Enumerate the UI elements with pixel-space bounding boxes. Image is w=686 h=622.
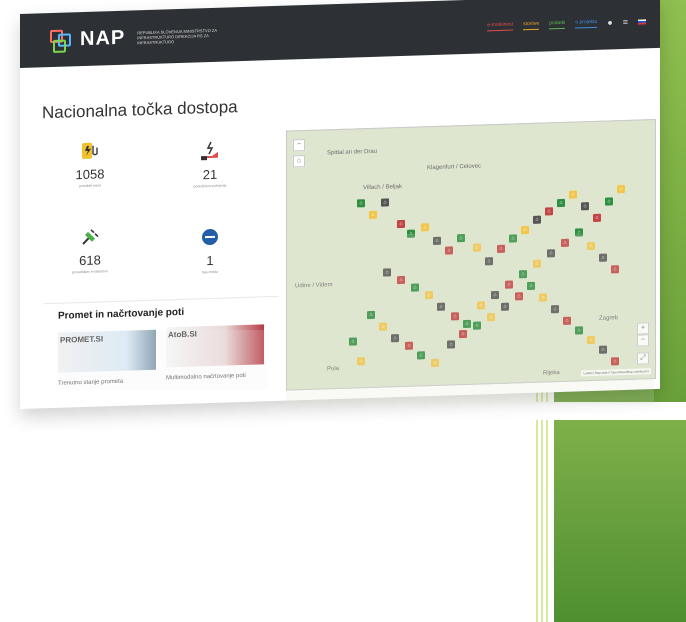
- map-zoom-control[interactable]: −: [293, 139, 305, 152]
- nav-data[interactable]: podatki: [549, 19, 566, 29]
- charger-icon: [50, 137, 130, 166]
- charging-marker[interactable]: ⌂: [569, 190, 577, 199]
- map-layer-control[interactable]: ⌂: [293, 155, 305, 168]
- charging-marker[interactable]: ⌂: [381, 198, 389, 207]
- stat-value: 21: [202, 166, 218, 183]
- map-label-klagenfurt: Klagenfurt / Celovec: [427, 163, 482, 172]
- nav-about[interactable]: o projektu: [575, 18, 598, 29]
- nav-services[interactable]: storitve: [523, 20, 540, 30]
- map-label-spittal: Spittal an der Drau: [327, 148, 378, 157]
- nap-logo[interactable]: NAP REPUBLIKA SLOVENIJA MINISTRSTVO ZA I…: [50, 23, 219, 53]
- top-navigation-bar: NAP REPUBLIKA SLOVENIJA MINISTRSTVO ZA I…: [20, 0, 660, 68]
- page-title: Nacionalna točka dostopa: [42, 97, 238, 123]
- stat-label: polnilnih mest: [79, 183, 101, 189]
- charging-marker[interactable]: ⌂: [581, 202, 589, 211]
- charging-marker[interactable]: ⌂: [545, 207, 553, 216]
- menu-icon[interactable]: ≡: [623, 17, 628, 27]
- charging-marker[interactable]: ⌂: [557, 198, 565, 208]
- main-navigation: e-mobilnost storitve podatki o projektu …: [487, 16, 646, 31]
- brand-title: NAP: [80, 26, 126, 50]
- stat-label: ponudnikov polnjenja: [193, 183, 227, 189]
- map-label-villach: Villach / Beljak: [363, 183, 402, 192]
- stat-charging-providers: 21 ponudnikov polnjenja: [170, 137, 250, 190]
- charging-marker[interactable]: ⌂: [617, 184, 625, 194]
- hand-charge-icon: [170, 137, 250, 166]
- charging-markers-layer: ⌂⌂⌂⌂⌂⌂⌂⌂⌂⌂⌂⌂⌂⌂⌂⌂⌂⌂⌂⌂⌂⌂⌂⌂⌂⌂⌂⌂⌂⌂⌂⌂⌂⌂⌂⌂⌂⌂⌂⌂…: [287, 120, 655, 368]
- nav-e-mobility[interactable]: e-mobilnost: [487, 21, 514, 31]
- charging-marker[interactable]: ⌂: [357, 199, 365, 208]
- flag-icon[interactable]: [638, 18, 646, 25]
- nap-logo-icon: [50, 29, 72, 53]
- stat-charging-points: 1058 polnilnih mest: [50, 137, 130, 190]
- user-icon[interactable]: ●: [607, 17, 612, 27]
- screen-reflection: [20, 218, 660, 420]
- stat-value: 1058: [75, 166, 105, 183]
- green-ribbon-bottom: [536, 420, 686, 622]
- charging-marker[interactable]: ⌂: [605, 197, 613, 206]
- brand-subtitle: REPUBLIKA SLOVENIJA MINISTRSTVO ZA INFRA…: [137, 27, 217, 45]
